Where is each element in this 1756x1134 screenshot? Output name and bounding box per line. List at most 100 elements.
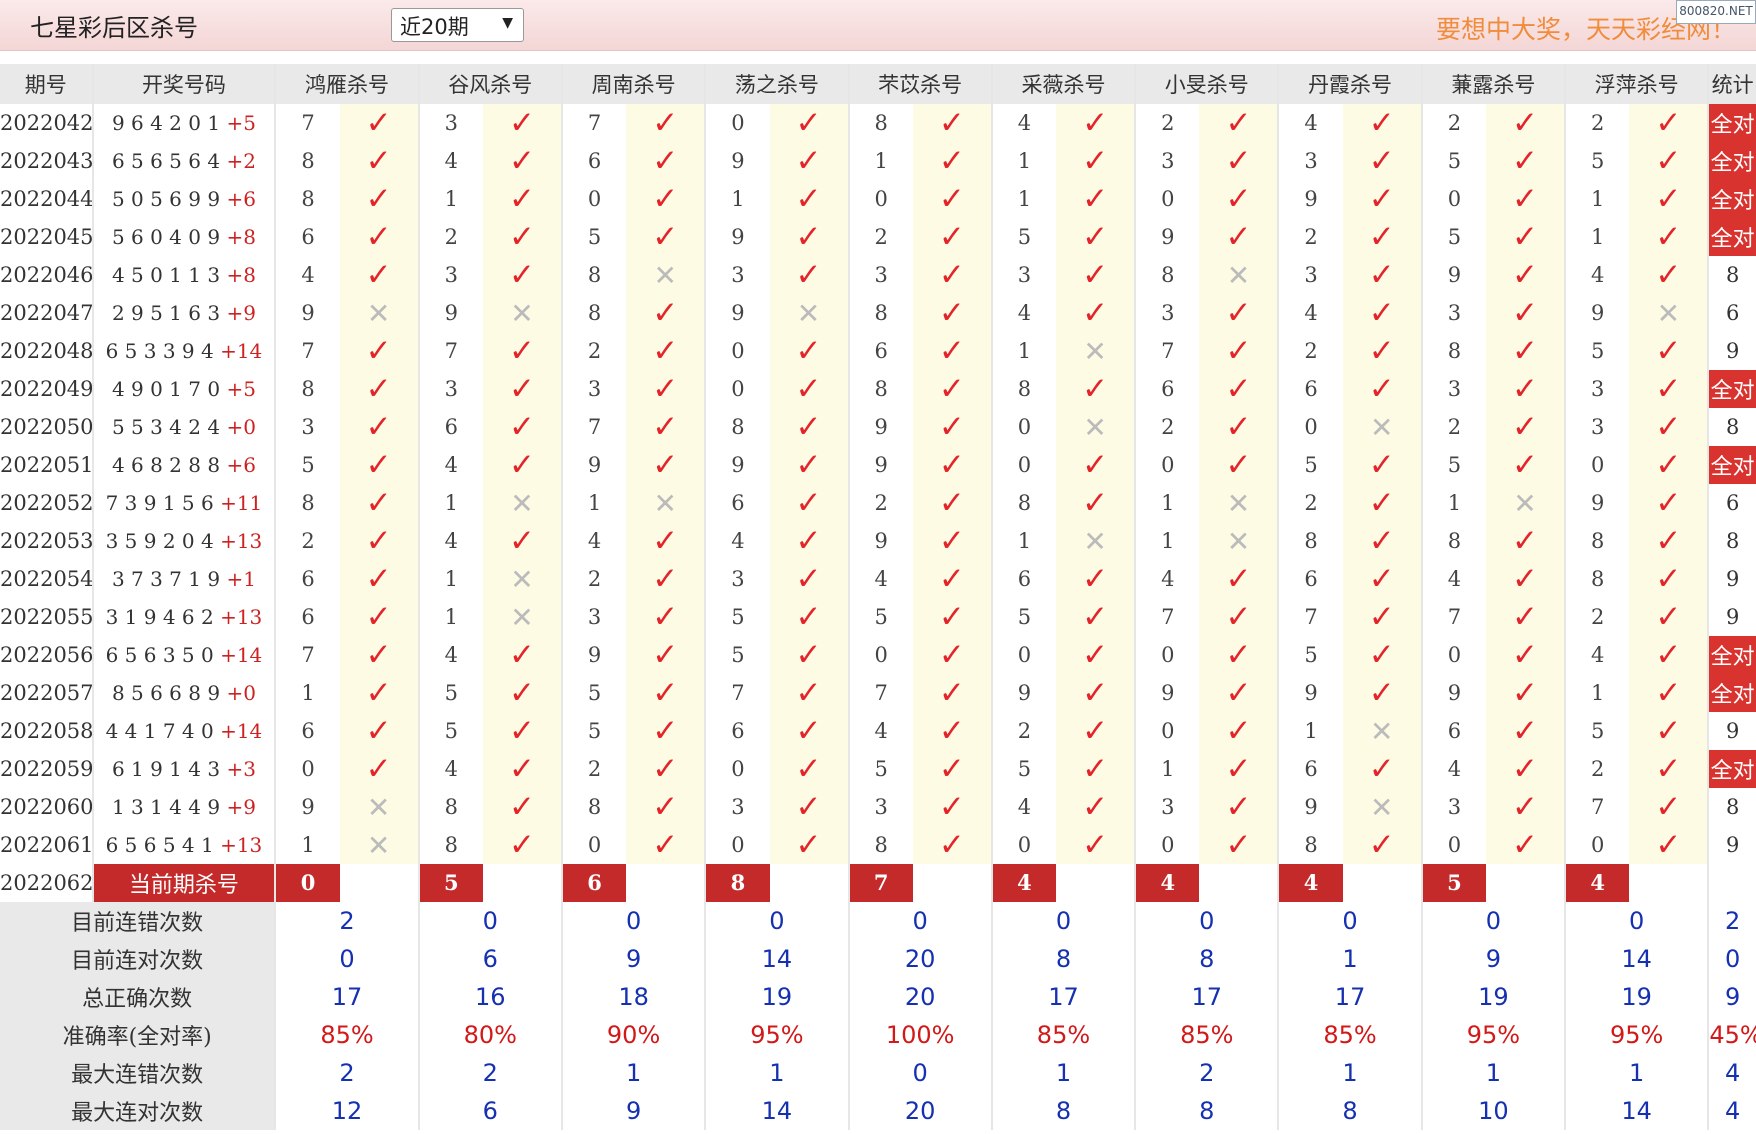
check-icon: ✓ [1225, 827, 1252, 863]
draw-numbers: 3 7 3 7 1 9 +1 [92, 560, 277, 598]
kill-number: 0 [1017, 643, 1032, 667]
check-icon: ✓ [508, 447, 535, 483]
current-kill-cell: 8 [705, 864, 770, 902]
check-icon: ✓ [1655, 827, 1682, 863]
result-cell: ✓ [1056, 218, 1137, 256]
result-cell: ✓ [769, 788, 850, 826]
current-issue-number: 2022062 [0, 864, 94, 902]
result-cell: ✓ [1486, 104, 1567, 142]
check-icon: ✓ [1655, 181, 1682, 217]
kill-number: 2 [587, 339, 602, 363]
stats-row: 最大连错次数 2 2 1 1 0 1 2 1 1 1 4 [0, 1054, 1756, 1092]
check-icon: ✓ [365, 561, 392, 597]
cross-icon: ✕ [1226, 258, 1251, 292]
stats-value: 1 [1278, 1054, 1423, 1092]
kill-number: 5 [301, 453, 315, 477]
result-cell: ✓ [1056, 104, 1137, 142]
cross-icon: ✕ [510, 562, 534, 596]
check-icon: ✓ [1368, 257, 1395, 293]
check-icon: ✓ [1082, 219, 1109, 255]
kill-number: 3 [731, 567, 745, 591]
cross-icon: ✕ [1513, 486, 1537, 520]
kill-number: 0 [1017, 453, 1032, 477]
stats-value: 18 [561, 978, 707, 1016]
check-icon: ✓ [1225, 143, 1252, 179]
result-cell: ✓ [769, 218, 850, 256]
issue-number: 2022060 [0, 788, 94, 826]
result-cell: ✓ [482, 636, 563, 674]
kill-number: 7 [587, 111, 602, 135]
check-icon: ✓ [795, 713, 822, 749]
result-cell: ✓ [1199, 294, 1280, 332]
result-cell: ✓ [339, 750, 420, 788]
front-digits: 2 9 5 1 6 3 [111, 301, 221, 325]
result-cell: ✓ [339, 636, 420, 674]
row-stat: 9 [1725, 567, 1740, 591]
check-icon: ✓ [508, 371, 535, 407]
kill-number: 9 [444, 301, 458, 325]
check-icon: ✓ [1225, 409, 1252, 445]
current-stat-empty [1708, 864, 1756, 902]
kill-number: 6 [301, 567, 315, 591]
check-icon: ✓ [938, 827, 965, 863]
check-icon: ✓ [1225, 219, 1252, 255]
check-icon: ✓ [1368, 637, 1395, 673]
kill-number: 0 [1161, 643, 1175, 667]
front-digits: 5 5 3 4 2 4 [111, 415, 221, 439]
current-kill-spacer [626, 864, 707, 902]
check-icon: ✓ [1655, 371, 1682, 407]
kill-number: 6 [301, 719, 315, 743]
result-cell: ✕ [1056, 332, 1137, 370]
kill-number: 2 [1161, 415, 1175, 439]
front-digits: 3 1 9 4 6 2 [105, 605, 214, 629]
table-row: 2022060 1 3 1 4 4 9 +9 9 ✕ 8 ✓ 8 ✓ 3 ✓ 3 ✓ 4 ✓ 3 ✓ 9 ✕ 3 ✓ 7… [0, 788, 1756, 826]
kill-number: 9 [1304, 681, 1318, 705]
kill-number: 9 [1590, 491, 1605, 515]
col-header-expert: 浮萍杀号 [1565, 64, 1710, 104]
back-number: +13 [220, 529, 263, 553]
result-cell: ✓ [626, 522, 707, 560]
check-icon: ✓ [365, 333, 392, 369]
kill-number: 4 [874, 567, 888, 591]
kill-number: 2 [874, 491, 888, 515]
check-icon: ✓ [1082, 485, 1109, 521]
result-cell: ✓ [626, 636, 707, 674]
check-icon: ✓ [938, 219, 965, 255]
result-cell: ✓ [1199, 598, 1280, 636]
result-cell: ✓ [1629, 636, 1710, 674]
check-icon: ✓ [652, 523, 679, 559]
kill-number: 1 [1017, 149, 1032, 173]
stats-value: 16 [418, 978, 563, 1016]
check-icon: ✓ [1512, 523, 1539, 559]
draw-numbers: 6 1 9 1 4 3 +3 [92, 750, 277, 788]
kill-number: 3 [587, 605, 602, 629]
stats-label: 最大连错次数 [0, 1054, 277, 1092]
result-cell: ✓ [1199, 750, 1280, 788]
result-cell: ✓ [626, 788, 707, 826]
stats-value: 0 [991, 902, 1137, 940]
result-cell: ✓ [1486, 370, 1567, 408]
stats-value: 14 [1565, 1092, 1710, 1130]
current-kill-spacer [1629, 864, 1710, 902]
kill-number: 1 [874, 149, 888, 173]
kill-number: 4 [731, 529, 745, 553]
stats-total: 2 [1725, 907, 1741, 935]
check-icon: ✓ [365, 447, 392, 483]
kill-number: 9 [731, 225, 745, 249]
kill-number: 4 [1447, 757, 1462, 781]
check-icon: ✓ [1512, 371, 1539, 407]
draw-numbers: 3 1 9 4 6 2 +13 [92, 598, 277, 636]
top-bar: 七星彩后区杀号 近20期 ▼ 要想中大奖，天天彩经网！ 800820.NET [0, 0, 1756, 51]
table-row: 2022054 3 7 3 7 1 9 +1 6 ✓ 1 ✕ 2 ✓ 3 ✓ 4 ✓ 6 ✓ 4 ✓ 6 ✓ 4 ✓ 8… [0, 560, 1756, 598]
period-select[interactable]: 近20期 ▼ [391, 8, 524, 42]
row-stat: 9 [1725, 339, 1740, 363]
kill-number: 1 [1590, 187, 1605, 211]
stats-value: 0 [1421, 902, 1567, 940]
back-number: +6 [226, 453, 256, 477]
kill-number: 5 [1447, 453, 1462, 477]
row-stat: 8 [1725, 795, 1740, 819]
kill-number: 0 [1447, 187, 1462, 211]
check-icon: ✓ [1368, 371, 1395, 407]
result-cell: ✓ [339, 484, 420, 522]
front-digits: 8 5 6 6 8 9 [111, 681, 221, 705]
